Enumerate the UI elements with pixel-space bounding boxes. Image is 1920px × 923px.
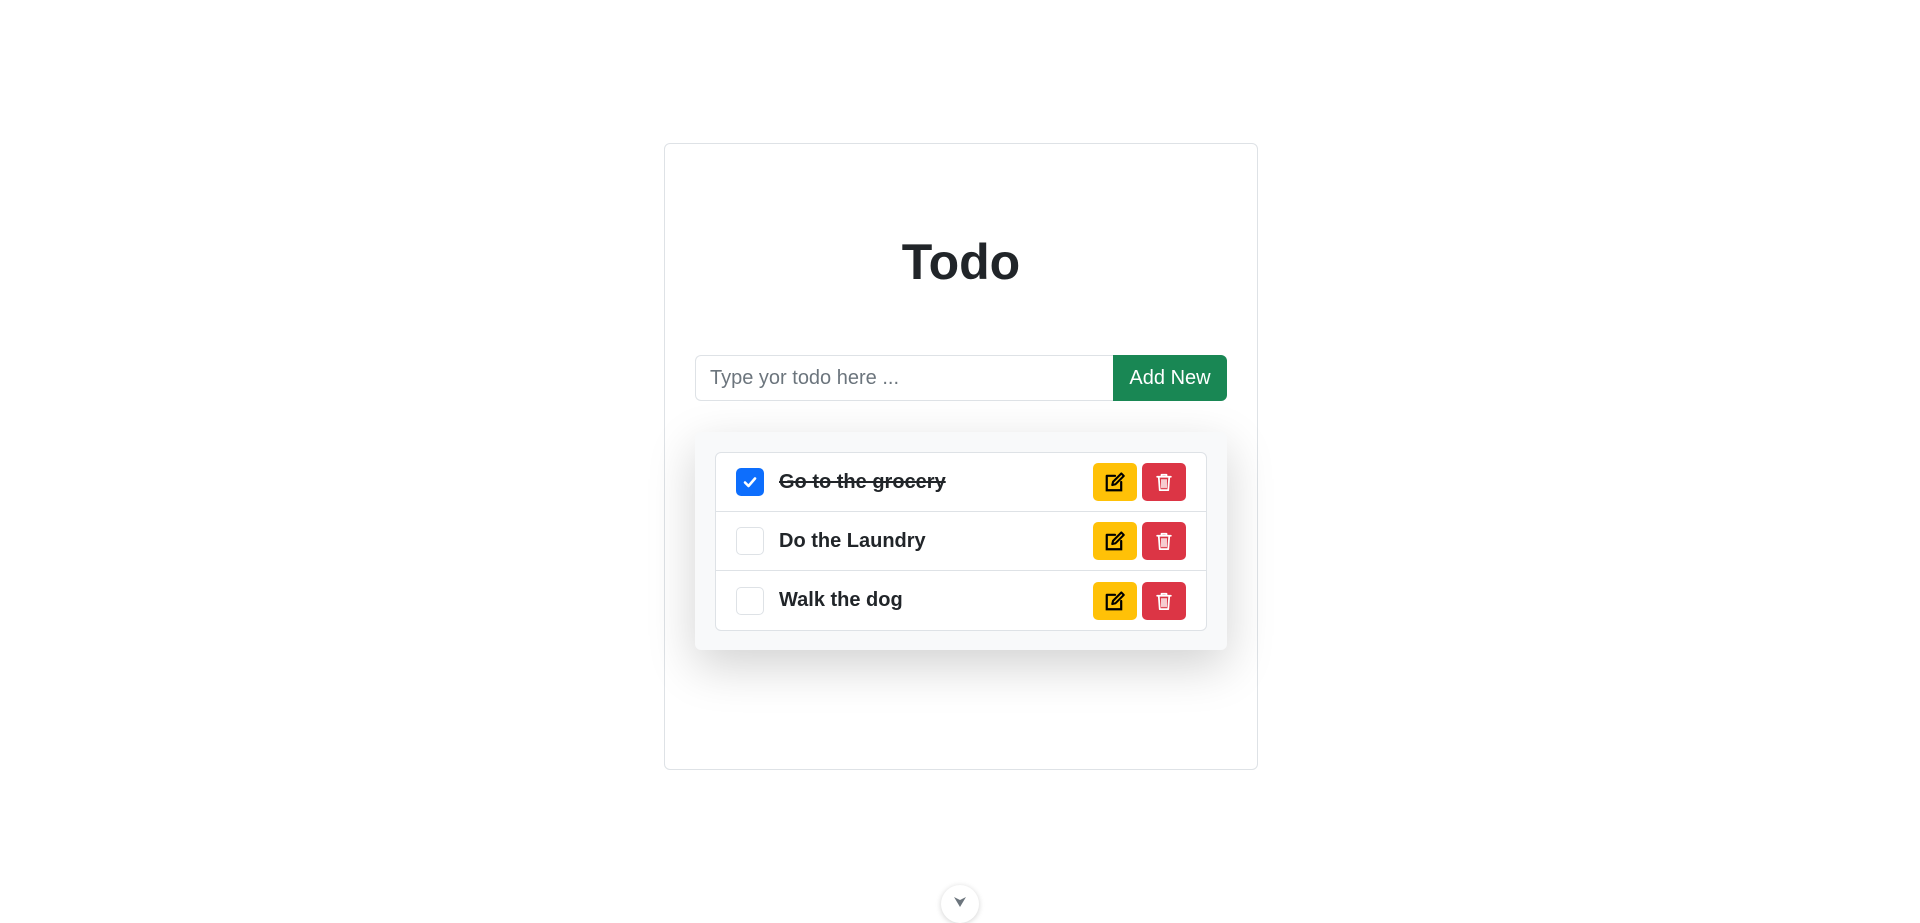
todo-text: Walk the dog — [779, 589, 903, 611]
todo-checkbox[interactable] — [736, 468, 764, 496]
page-title: Todo — [901, 234, 1021, 290]
todo-card: Todo Add New Go to the grocery — [664, 143, 1258, 770]
new-todo-form: Add New — [695, 355, 1227, 401]
todo-list: Go to the grocery Do the Laundry Walk th… — [715, 452, 1207, 631]
todo-list-panel: Go to the grocery Do the Laundry Walk th… — [695, 432, 1227, 650]
todo-text: Do the Laundry — [779, 529, 926, 552]
delete-button[interactable] — [1142, 463, 1186, 501]
list-item: Go to the grocery — [716, 453, 1206, 512]
todo-actions — [1093, 522, 1186, 560]
add-new-button[interactable]: Add New — [1113, 355, 1227, 401]
todo-checkbox[interactable] — [736, 527, 764, 555]
trash-icon — [1156, 473, 1172, 491]
trash-icon — [1156, 592, 1172, 610]
pencil-square-icon — [1105, 472, 1125, 492]
todo-input[interactable] — [695, 355, 1113, 401]
todo-text: Go to the grocery — [779, 470, 946, 493]
pencil-square-icon — [1105, 590, 1125, 610]
pencil-square-icon — [1105, 531, 1125, 551]
edit-button[interactable] — [1093, 463, 1137, 501]
list-item: Do the Laundry — [716, 512, 1206, 571]
edit-button[interactable] — [1093, 522, 1137, 560]
todo-actions — [1093, 463, 1186, 501]
check-icon — [743, 477, 757, 488]
scroll-down-button[interactable] — [941, 885, 979, 923]
delete-button[interactable] — [1142, 581, 1186, 620]
todo-actions — [1093, 581, 1186, 620]
trash-icon — [1156, 532, 1172, 550]
chevron-down-icon — [954, 897, 966, 907]
delete-button[interactable] — [1142, 522, 1186, 560]
edit-button[interactable] — [1093, 581, 1137, 620]
todo-checkbox[interactable] — [736, 586, 764, 615]
list-item: Walk the dog — [716, 571, 1206, 630]
